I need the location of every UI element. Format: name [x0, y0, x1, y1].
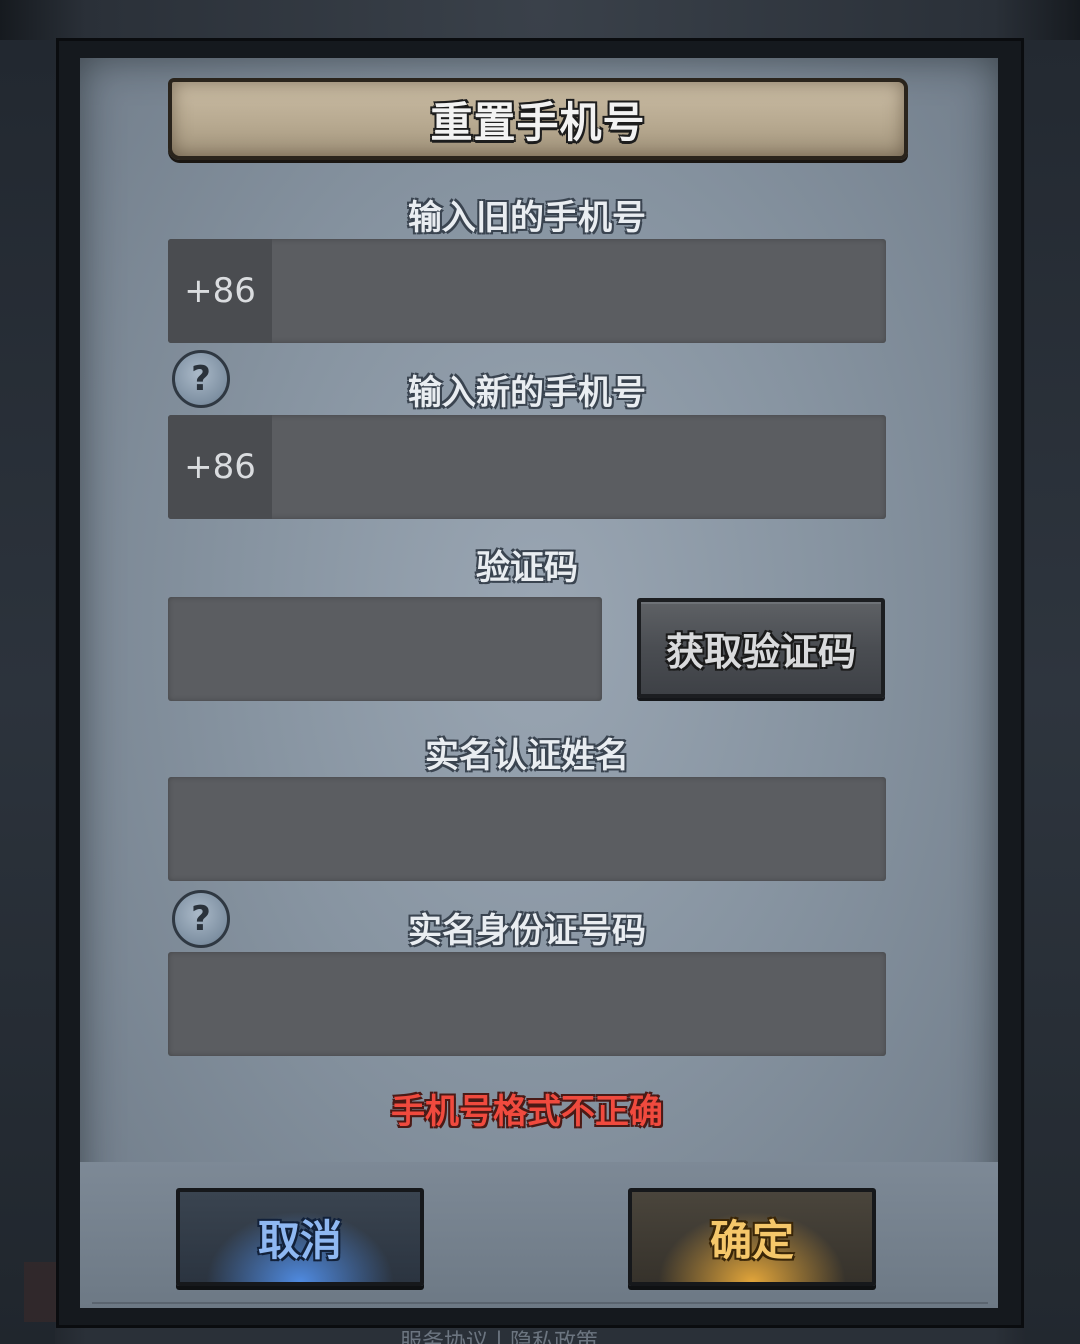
cancel-button[interactable]: 取消: [176, 1188, 424, 1286]
confirm-button-label: 确定: [709, 1215, 794, 1265]
verification-code-label: 验证码: [476, 548, 578, 588]
new-phone-country-code: +86: [168, 415, 272, 519]
real-name-input[interactable]: [168, 777, 886, 881]
old-phone-input[interactable]: +86: [168, 239, 886, 343]
dialog-title: 重置手机号: [430, 97, 646, 147]
title-banner: 重置手机号: [168, 78, 908, 160]
verification-code-input[interactable]: [168, 597, 602, 701]
dialog-bottom-divider: [92, 1302, 988, 1304]
background-footer-links: 服务协议丨隐私政策: [400, 1330, 599, 1344]
old-phone-country-code: +86: [168, 239, 272, 343]
background-right-edge: [1025, 40, 1080, 1344]
new-phone-input[interactable]: +86: [168, 415, 886, 519]
confirm-button[interactable]: 确定: [628, 1188, 876, 1286]
real-name-label: 实名认证姓名: [425, 736, 629, 776]
new-phone-label: 输入新的手机号: [408, 373, 646, 413]
error-message: 手机号格式不正确: [391, 1092, 663, 1132]
get-verification-code-button[interactable]: 获取验证码: [637, 598, 885, 698]
id-number-label: 实名身份证号码: [408, 911, 646, 951]
id-number-input[interactable]: [168, 952, 886, 1056]
cancel-button-label: 取消: [257, 1215, 342, 1265]
background-corner-decoration: [24, 1262, 58, 1322]
background-left-edge: [0, 40, 55, 1344]
get-verification-code-label: 获取验证码: [665, 629, 856, 674]
old-phone-label: 输入旧的手机号: [408, 198, 646, 238]
